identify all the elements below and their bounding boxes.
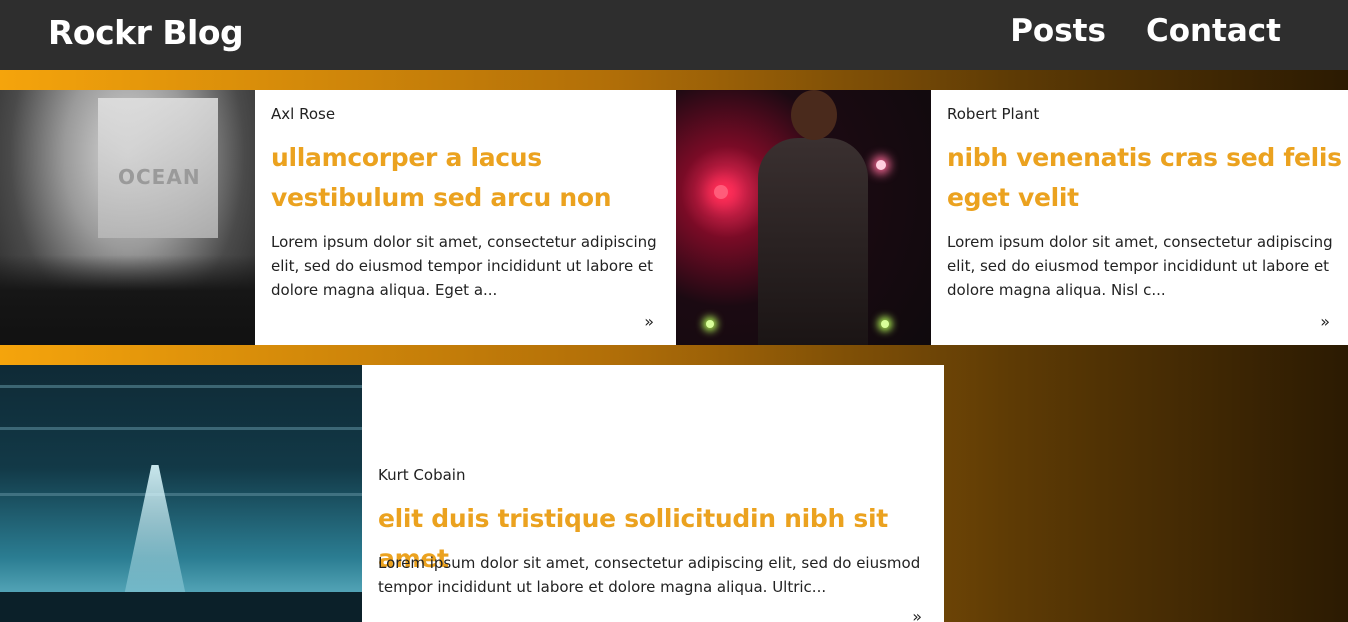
post-body: Robert Plant nibh venenatis cras sed fel…	[931, 90, 1348, 345]
screen-text: OCEAN	[118, 165, 201, 189]
post-card: Kurt Cobain elit duis tristique sollicit…	[0, 365, 944, 622]
crowd-silhouette	[0, 255, 255, 345]
singer-head	[791, 90, 837, 140]
stage-truss	[0, 385, 362, 388]
post-image[interactable]	[0, 365, 362, 622]
post-author: Axl Rose	[271, 105, 336, 123]
post-excerpt: Lorem ipsum dolor sit amet, consectetur …	[271, 233, 657, 299]
post-title-link[interactable]: nibh venenatis cras sed felis eget velit	[947, 138, 1342, 218]
post-image[interactable]	[676, 90, 931, 345]
post-card: Robert Plant nibh venenatis cras sed fel…	[676, 90, 1348, 345]
post-author: Robert Plant	[947, 105, 1040, 123]
stage-truss	[0, 493, 362, 496]
post-title-link[interactable]: ullamcorper a lacus vestibulum sed arcu …	[271, 138, 651, 218]
read-more-link[interactable]: »	[1320, 312, 1330, 331]
post-card: OCEAN Axl Rose ullamcorper a lacus vesti…	[0, 90, 676, 345]
stage-light	[881, 320, 889, 328]
singer-body	[758, 138, 868, 345]
post-body: Axl Rose ullamcorper a lacus vestibulum …	[255, 90, 676, 345]
nav-posts-link[interactable]: Posts	[1010, 13, 1106, 49]
brand-logo-link[interactable]: Rockr Blog	[48, 13, 244, 52]
read-more-link[interactable]: »	[912, 607, 922, 622]
stage-truss	[0, 427, 362, 430]
stage-light	[706, 320, 714, 328]
post-body: Kurt Cobain elit duis tristique sollicit…	[362, 365, 944, 622]
stage-floor	[0, 592, 362, 622]
post-excerpt: Lorem ipsum dolor sit amet, consectetur …	[378, 554, 921, 596]
post-image[interactable]: OCEAN	[0, 90, 255, 345]
post-author: Kurt Cobain	[378, 466, 466, 484]
nav-contact-link[interactable]: Contact	[1146, 13, 1281, 49]
read-more-link[interactable]: »	[644, 312, 654, 331]
post-excerpt: Lorem ipsum dolor sit amet, consectetur …	[947, 233, 1333, 299]
stage-light	[714, 185, 728, 199]
site-header: Rockr Blog Posts Contact	[0, 0, 1348, 70]
main-nav: Posts Contact	[1010, 13, 1281, 49]
stage-light	[876, 160, 886, 170]
